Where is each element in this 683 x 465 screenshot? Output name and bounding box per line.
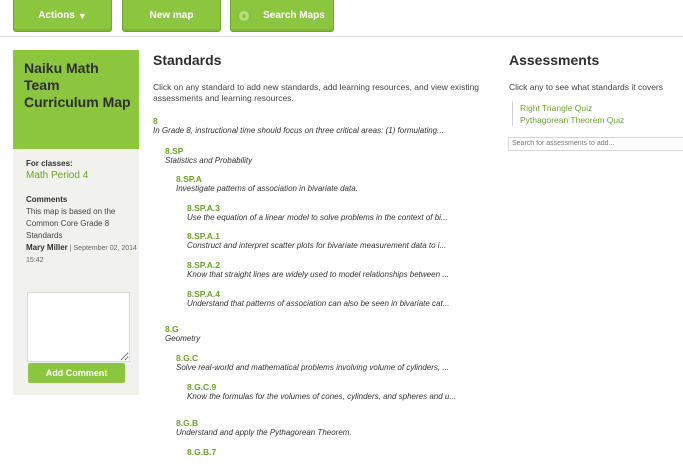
for-classes-label: For classes:	[26, 159, 73, 168]
standard-node[interactable]: 8.SP.A.3 Use the equation of a linear mo…	[187, 203, 448, 223]
comment-text: This map is based on the Common Core Gra…	[26, 207, 116, 240]
new-map-button[interactable]: New map	[122, 0, 221, 32]
assessment-link[interactable]: Right Triangle Quiz	[520, 103, 592, 113]
standard-code[interactable]: 8.G.B.7	[187, 447, 216, 457]
caret-down-icon: ▼	[77, 10, 87, 21]
standard-node[interactable]: 8.SP.A Investigate patterns of associati…	[176, 174, 358, 194]
standard-node[interactable]: 8.G.C Solve real-world and mathematical …	[176, 353, 449, 373]
standard-node[interactable]: 8.SP.A.4 Understand that patterns of ass…	[187, 289, 449, 309]
standard-code[interactable]: 8.SP	[165, 146, 252, 156]
standard-description: Construct and interpret scatter plots fo…	[187, 241, 447, 250]
standard-description: Solve real-world and mathematical proble…	[176, 363, 450, 372]
standard-node[interactable]: 8.G.C.9 Know the formulas for the volume…	[187, 382, 456, 402]
search-maps-label: Search Maps	[263, 10, 325, 21]
new-map-label: New map	[149, 10, 194, 21]
standard-description: Investigate patterns of association in b…	[176, 184, 358, 193]
standard-code[interactable]: 8.SP.A.3	[187, 203, 448, 213]
standard-node[interactable]: 8.SP.A.1 Construct and interpret scatter…	[187, 231, 446, 251]
standard-code[interactable]: 8.G.B	[176, 418, 352, 428]
comment-textarea[interactable]	[27, 292, 130, 362]
assessments-heading: Assessments	[509, 52, 600, 68]
search-icon	[239, 10, 250, 21]
actions-label: Actions	[38, 10, 75, 21]
standard-node[interactable]: 8.G.B.7	[187, 447, 216, 457]
standard-description: Geometry	[165, 334, 201, 343]
standard-description: In Grade 8, instructional time should fo…	[153, 126, 444, 135]
standards-heading: Standards	[153, 52, 222, 68]
map-title: Naiku Math Team Curriculum Map	[13, 50, 139, 149]
assessments-intro: Click any to see what standards it cover…	[509, 82, 664, 92]
class-link[interactable]: Math Period 4	[26, 170, 139, 181]
standard-code[interactable]: 8.SP.A.1	[187, 231, 446, 241]
standard-node[interactable]: 8.G Geometry	[165, 324, 200, 344]
standard-code[interactable]: 8.SP.A.2	[187, 260, 449, 270]
assessment-link[interactable]: Pythagorean Theorem Quiz	[520, 115, 624, 125]
standard-description: Statistics and Probability	[165, 156, 253, 165]
standard-code[interactable]: 8.G	[165, 324, 200, 334]
standard-description: Know the formulas for the volumes of con…	[187, 392, 457, 401]
actions-button[interactable]: Actions ▼	[13, 0, 112, 32]
add-comment-button[interactable]: Add Comment	[28, 363, 125, 383]
standard-node[interactable]: 8 In Grade 8, instructional time should …	[153, 116, 444, 136]
standard-node[interactable]: 8.G.B Understand and apply the Pythagore…	[176, 418, 352, 438]
standard-description: Know that straight lines are widely used…	[187, 270, 449, 279]
standard-code[interactable]: 8.G.C.9	[187, 382, 456, 392]
comment-meta: Mary Miller | September 02, 2014 15:42	[26, 242, 138, 267]
top-toolbar: Actions ▼ New map Search Maps	[0, 0, 683, 37]
assessment-search-input[interactable]	[508, 137, 683, 151]
comment-author: Mary Miller	[26, 243, 68, 252]
comments-label: Comments	[26, 195, 68, 204]
search-maps-button[interactable]: Search Maps	[230, 0, 334, 32]
assessment-list-rule	[512, 101, 513, 126]
standard-node[interactable]: 8.SP.A.2 Know that straight lines are wi…	[187, 260, 449, 280]
standard-description: Understand that patterns of association …	[187, 299, 450, 308]
standard-code[interactable]: 8.G.C	[176, 353, 449, 363]
standard-node[interactable]: 8.SP Statistics and Probability	[165, 146, 252, 166]
standard-description: Use the equation of a linear model to so…	[187, 213, 448, 222]
standard-code[interactable]: 8	[153, 116, 444, 126]
standard-code[interactable]: 8.SP.A	[176, 174, 358, 184]
map-info-sidebar: Naiku Math Team Curriculum Map For class…	[13, 50, 139, 395]
standard-description: Understand and apply the Pythagorean The…	[176, 428, 352, 437]
standards-intro: Click on any standard to add new standar…	[153, 82, 480, 103]
standard-code[interactable]: 8.SP.A.4	[187, 289, 449, 299]
